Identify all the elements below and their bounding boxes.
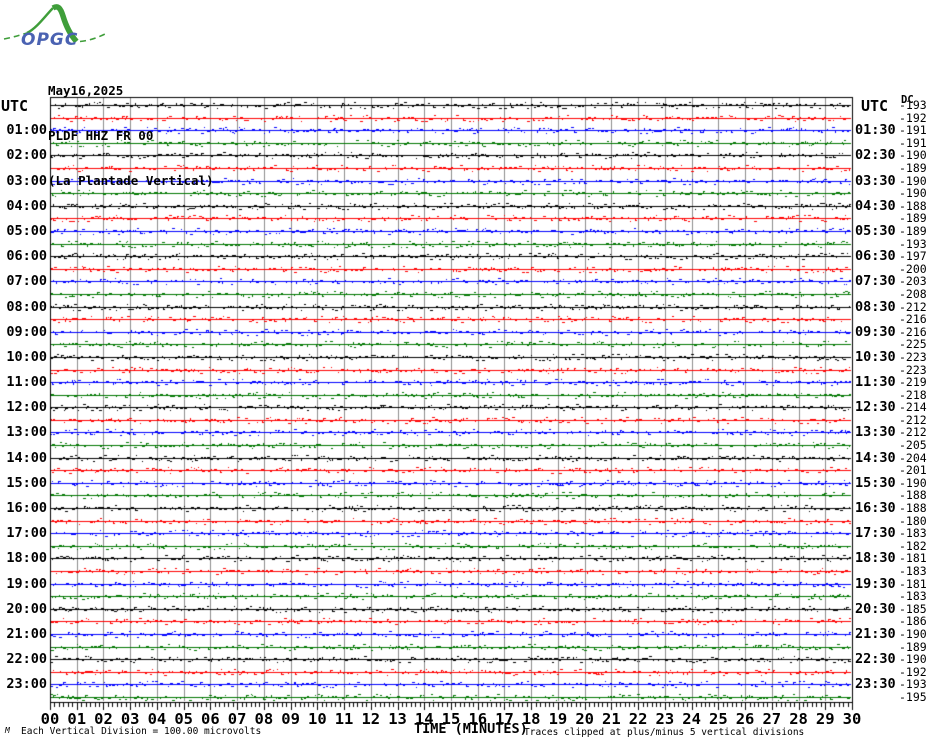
minute-tick-label: 26 xyxy=(735,710,755,728)
right-half-hour-label: 23:30 xyxy=(855,676,896,693)
right-half-hour-label: 02:30 xyxy=(855,147,896,164)
logo-text: OPGC xyxy=(21,30,78,50)
left-hour-label: 11:00 xyxy=(6,374,47,391)
minute-tick-label: 22 xyxy=(628,710,648,728)
date-label: May16,2025 xyxy=(48,83,124,98)
right-half-hour-label: 01:30 xyxy=(855,122,896,139)
left-hour-label: 16:00 xyxy=(6,500,47,517)
right-half-hour-label: 21:30 xyxy=(855,626,896,643)
right-half-hour-label: 16:30 xyxy=(855,500,896,517)
x-axis-title: TIME (MINUTES) xyxy=(414,721,528,737)
right-half-hour-label: 12:30 xyxy=(855,399,896,416)
left-hour-label: 17:00 xyxy=(6,525,47,542)
left-hour-label: 12:00 xyxy=(6,399,47,416)
left-hour-label: 09:00 xyxy=(6,323,47,340)
left-hour-label: 05:00 xyxy=(6,222,47,239)
dc-column-header: DC xyxy=(901,94,914,106)
left-axis-title: UTC xyxy=(1,97,29,115)
right-half-hour-label: 09:30 xyxy=(855,323,896,340)
right-half-hour-label: 07:30 xyxy=(855,273,896,290)
right-half-hour-label: 15:30 xyxy=(855,474,896,491)
station-name-label: (La Plantade Vertical) xyxy=(48,173,214,188)
station-code-label: PLDF HHZ FR 00 xyxy=(48,128,154,143)
minute-tick-label: 27 xyxy=(762,710,782,728)
right-half-hour-label: 04:30 xyxy=(855,197,896,214)
left-hour-label: 23:00 xyxy=(6,676,47,693)
left-hour-label: 07:00 xyxy=(6,273,47,290)
left-hour-label: 19:00 xyxy=(6,575,47,592)
left-hour-label: 10:00 xyxy=(6,348,47,365)
minute-tick-label: 23 xyxy=(655,710,675,728)
minute-tick-label: 20 xyxy=(575,710,594,728)
right-half-hour-label: 13:30 xyxy=(855,424,896,441)
left-hour-label: 22:00 xyxy=(6,651,47,668)
left-hour-label: 18:00 xyxy=(6,550,47,567)
right-half-hour-label: 20:30 xyxy=(855,600,896,617)
left-hour-label: 14:00 xyxy=(6,449,47,466)
right-half-hour-label: 17:30 xyxy=(855,525,896,542)
left-hour-label: 15:00 xyxy=(6,474,47,491)
logo-dash-right xyxy=(79,32,107,43)
minute-tick-label: 21 xyxy=(602,710,621,728)
minute-tick-label: 11 xyxy=(334,710,354,728)
minute-tick-label: 30 xyxy=(842,710,862,728)
minute-tick-label: 19 xyxy=(548,710,568,728)
left-hour-label: 06:00 xyxy=(6,248,47,265)
minute-tick-label: 09 xyxy=(281,710,300,728)
left-hour-label: 04:00 xyxy=(6,197,47,214)
minute-tick-label: 13 xyxy=(388,710,407,728)
clipping-note: Traces clipped at plus/minus 5 vertical … xyxy=(524,727,805,738)
right-half-hour-label: 08:30 xyxy=(855,298,896,315)
dc-offset-value: -195 xyxy=(899,690,927,704)
minute-tick-label: 28 xyxy=(789,710,808,728)
right-half-hour-label: 22:30 xyxy=(855,651,896,668)
right-half-hour-label: 05:30 xyxy=(855,222,896,239)
minute-tick-label: 10 xyxy=(307,710,327,728)
corner-mark: M xyxy=(5,726,10,735)
right-half-hour-label: 19:30 xyxy=(855,575,896,592)
plot-title-block: May16,2025 PLDF HHZ FR 00 (La Plantade V… xyxy=(48,53,214,218)
right-half-hour-label: 14:30 xyxy=(855,449,896,466)
vertical-scale-note: Each Vertical Division = 100.00 microvol… xyxy=(21,726,262,737)
minute-tick-label: 12 xyxy=(361,710,381,728)
left-hour-label: 13:00 xyxy=(6,424,47,441)
right-half-hour-label: 06:30 xyxy=(855,248,896,265)
left-hour-label: 03:00 xyxy=(6,172,47,189)
minute-tick-label: 25 xyxy=(708,710,728,728)
minute-tick-label: 24 xyxy=(682,710,701,728)
right-half-hour-label: 03:30 xyxy=(855,172,896,189)
left-hour-label: 02:00 xyxy=(6,147,47,164)
minute-tick-label: 29 xyxy=(815,710,835,728)
right-half-hour-label: 10:30 xyxy=(855,348,896,365)
left-hour-label: 08:00 xyxy=(6,298,47,315)
left-hour-label: 01:00 xyxy=(6,122,47,139)
opgc-logo: OPGC xyxy=(3,4,107,50)
right-half-hour-label: 11:30 xyxy=(855,374,896,391)
helicorder-page: OPGC May16,2025 PLDF HHZ FR 00 (La Plant… xyxy=(0,0,930,744)
left-hour-label: 20:00 xyxy=(6,600,47,617)
right-axis-title: UTC xyxy=(861,97,889,115)
right-half-hour-label: 18:30 xyxy=(855,550,896,567)
left-hour-label: 21:00 xyxy=(6,626,47,643)
